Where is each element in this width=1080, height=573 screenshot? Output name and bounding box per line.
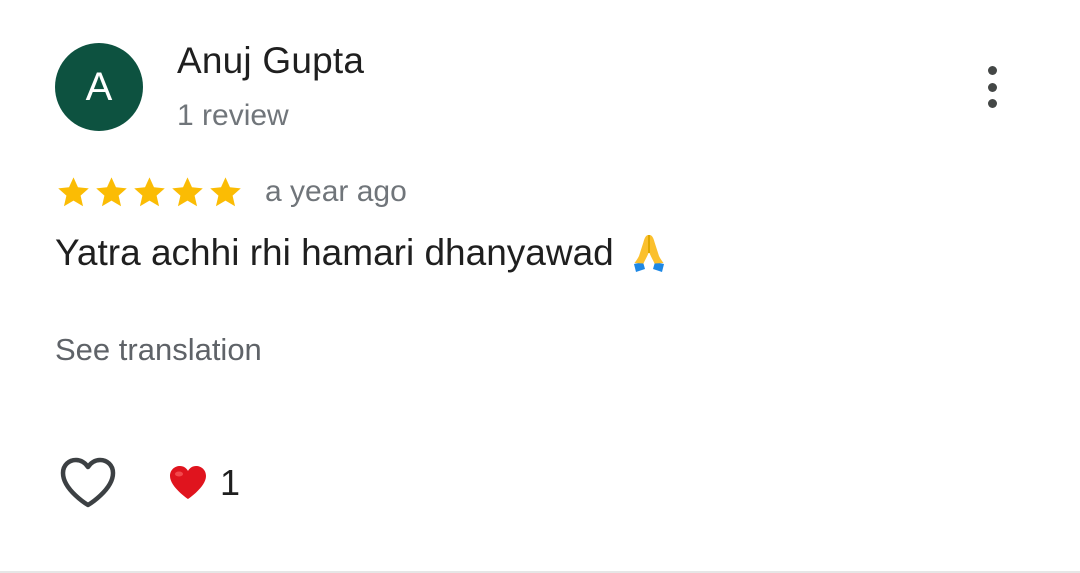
author-name[interactable]: Anuj Gupta (177, 40, 364, 82)
star-icon (93, 174, 130, 211)
review-count: 1 review (177, 99, 289, 132)
review-text: Yatra achhi rhi hamari dhanyawad (55, 232, 670, 274)
review-time: a year ago (265, 175, 407, 208)
reaction-count: 1 (220, 462, 241, 503)
star-icon (207, 174, 244, 211)
like-button[interactable] (58, 455, 118, 511)
more-vert-icon-dot (987, 99, 997, 108)
avatar-letter: A (85, 65, 113, 109)
more-vert-icon-dot (987, 82, 997, 92)
more-vert-icon (987, 66, 997, 75)
review-body: Yatra achhi rhi hamari dhanyawad (55, 232, 614, 273)
heart-outline-icon (60, 457, 116, 508)
rating-row: a year ago (55, 172, 407, 212)
red-heart-icon (168, 464, 208, 502)
star-icon (131, 174, 168, 211)
reaction-summary[interactable]: 1 (168, 461, 240, 505)
star-icon (55, 174, 92, 211)
more-options-button[interactable] (972, 62, 1012, 112)
star-icon (169, 174, 206, 211)
review-card: A Anuj Gupta 1 review a year ago Yatra a… (0, 0, 1080, 573)
star-rating (55, 174, 244, 211)
avatar[interactable]: A (55, 43, 143, 131)
folded-hands-icon (628, 232, 670, 274)
see-translation-link[interactable]: See translation (55, 332, 262, 368)
